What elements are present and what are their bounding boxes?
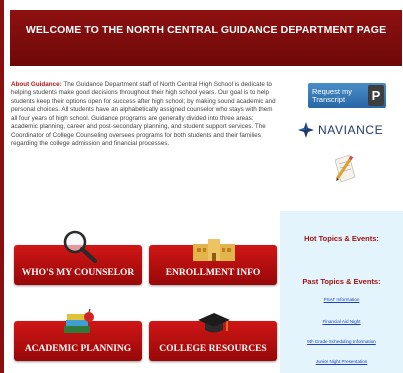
about-guidance-body: The Guidance Department staff of North C…	[11, 81, 276, 148]
enrollment-info-button[interactable]: ENROLLMENT INFO	[149, 239, 277, 285]
parchment-logo: P	[368, 85, 384, 106]
about-guidance-text: About Guidance: The Guidance Department …	[11, 81, 277, 149]
academic-planning-button[interactable]: ACADEMIC PLANNING	[14, 309, 142, 361]
event-link-financial-aid[interactable]: Financial Aid Night	[280, 319, 403, 324]
event-link-junior-night[interactable]: Junior Night Presentation	[280, 359, 403, 364]
hot-topics-heading: Hot Topics & Events:	[304, 234, 379, 243]
naviance-link[interactable]: NAVIANCE	[297, 121, 383, 139]
college-resources-button[interactable]: COLLEGE RESOURCES	[149, 313, 277, 361]
about-guidance-lead: About Guidance:	[11, 81, 62, 88]
page-title: WELCOME TO THE NORTH CENTRAL GUIDANCE DE…	[25, 24, 387, 36]
events-panel: Hot Topics & Events: Past Topics & Event…	[280, 211, 403, 373]
quick-links: Request my Transcript P NAVIANCE	[295, 80, 391, 205]
enrollment-info-label: ENROLLMENT INFO	[165, 268, 261, 278]
form-pencil-icon[interactable]	[331, 152, 359, 184]
left-accent-bar	[0, 0, 4, 373]
whos-my-counselor-button[interactable]: WHO'S MY COUNSELOR	[14, 230, 142, 285]
school-building-icon	[193, 239, 235, 261]
college-resources-label: COLLEGE RESOURCES	[159, 344, 267, 354]
magnifier-icon	[63, 230, 97, 263]
naviance-label: NAVIANCE	[318, 123, 384, 137]
event-link-psat[interactable]: PSAT Information	[280, 297, 403, 302]
request-transcript-label: Request my Transcript	[312, 86, 353, 104]
graduation-cap-icon	[198, 313, 230, 333]
welcome-banner: WELCOME TO THE NORTH CENTRAL GUIDANCE DE…	[10, 10, 402, 66]
past-topics-heading: Past Topics & Events:	[302, 277, 381, 286]
request-transcript-button[interactable]: Request my Transcript P	[308, 83, 386, 108]
event-link-9th-grade-scheduling[interactable]: 9th Grade Scheduling Information	[280, 339, 403, 344]
whos-my-counselor-label: WHO'S MY COUNSELOR	[21, 268, 135, 278]
academic-planning-label: ACADEMIC PLANNING	[24, 344, 132, 354]
naviance-compass-icon	[298, 122, 314, 138]
books-apple-icon	[64, 309, 94, 333]
